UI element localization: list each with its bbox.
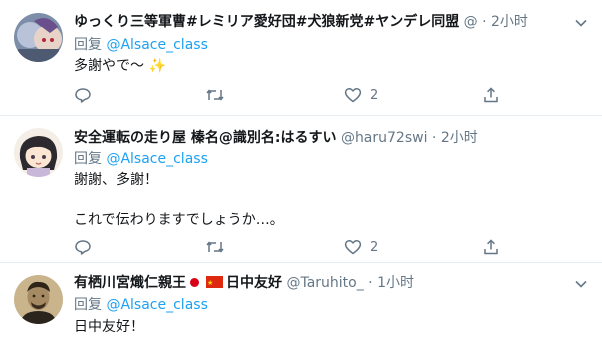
sparkles-icon: ✨ [148,58,166,74]
timestamp[interactable]: 2小时 [441,130,478,146]
tweet-text: 多謝やで～ ✨ [74,56,582,76]
share-icon [484,87,498,103]
share-button[interactable] [482,237,500,257]
user-handle[interactable]: @Taruhito_ [286,275,363,291]
user-handle[interactable]: @haru72swi [341,130,428,146]
china-flag-icon [206,273,223,293]
reply-prefix: 回复 [74,297,102,313]
retweet-icon [206,241,224,253]
share-icon [484,239,498,255]
tweet[interactable]: 有栖川宮熾仁親王 日中友好 @Taruhito_ · 1小时 回复 @Alsace… [0,263,602,348]
tweet-actions: 2 [74,85,504,105]
tweet[interactable]: 安全運転の走り屋 榛名@識別名:はるすい @haru72swi · 2小时 回复… [0,116,602,262]
mention-link[interactable]: @Alsace_class [106,37,207,53]
like-button[interactable]: 2 [344,85,378,105]
display-name-suffix[interactable]: 日中友好 [226,275,282,291]
avatar[interactable] [14,13,63,62]
heart-icon [344,239,362,255]
chevron-down-icon[interactable] [574,15,588,29]
reply-prefix: 回复 [74,151,102,167]
avatar[interactable] [14,128,63,177]
tweet-header: 安全運転の走り屋 榛名@識別名:はるすい @haru72swi · 2小时 [74,128,562,148]
retweet-icon [206,89,224,101]
retweet-button[interactable] [205,237,233,257]
reply-context: 回复 @Alsace_class [74,35,208,55]
chevron-down-icon[interactable] [574,276,588,290]
mention-link[interactable]: @Alsace_class [106,151,207,167]
display-name[interactable]: 有栖川宮熾仁親王 [74,275,186,291]
separator-dot: · [482,14,487,30]
reply-prefix: 回复 [74,37,102,53]
mention-link[interactable]: @Alsace_class [106,297,207,313]
display-name[interactable]: 安全運転の走り屋 榛名@識別名:はるすい [74,130,336,146]
avatar[interactable] [14,275,63,324]
tweet-text-content: 多謝やで～ [74,58,144,74]
separator-dot: · [368,275,373,291]
share-button[interactable] [482,85,500,105]
tweet-actions: 2 [74,237,504,257]
reply-button[interactable] [74,85,100,105]
reply-context: 回复 @Alsace_class [74,149,208,169]
tweet-header: 有栖川宮熾仁親王 日中友好 @Taruhito_ · 1小时 [74,273,562,293]
timestamp[interactable]: 2小时 [491,14,528,30]
reply-icon [75,240,91,255]
japan-flag-icon [190,277,199,287]
user-handle[interactable]: @ [464,14,478,30]
reply-feed: ゆっくり三等軍曹#レミリア愛好団#犬狼新党#ヤンデレ同盟 @ · 2小时 回复 … [0,0,602,348]
retweet-button[interactable] [205,85,233,105]
timestamp[interactable]: 1小时 [377,275,414,291]
tweet-text: 謝謝、多謝！ これで伝わりますでしょうか…。 [74,172,284,228]
tweet-text: 日中友好！ [74,319,144,335]
reply-context: 回复 @Alsace_class [74,295,208,315]
like-button[interactable]: 2 [344,237,378,257]
reply-icon [75,88,91,103]
display-name[interactable]: ゆっくり三等軍曹#レミリア愛好団#犬狼新党#ヤンデレ同盟 [74,14,459,30]
heart-icon [344,87,362,103]
reply-button[interactable] [74,237,100,257]
separator-dot: · [431,130,437,146]
tweet[interactable]: ゆっくり三等軍曹#レミリア愛好団#犬狼新党#ヤンデレ同盟 @ · 2小时 回复 … [0,0,602,115]
like-count: 2 [370,87,379,103]
like-count: 2 [370,239,379,255]
tweet-header: ゆっくり三等軍曹#レミリア愛好団#犬狼新党#ヤンデレ同盟 @ · 2小时 [74,12,562,32]
